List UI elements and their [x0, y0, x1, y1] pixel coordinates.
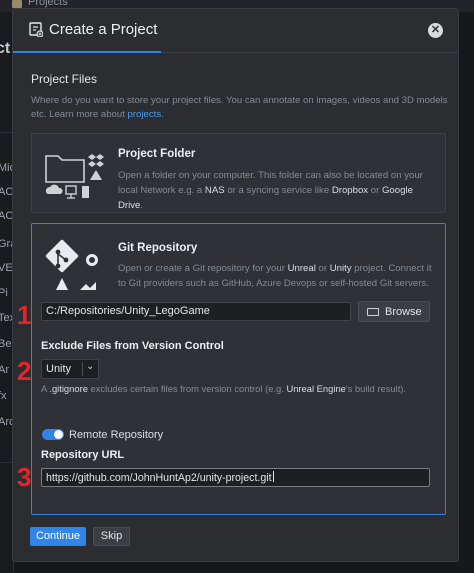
description-text: Where do you want to store your project … — [31, 95, 448, 120]
dropbox-text: Dropbox — [331, 185, 369, 196]
description-text: . — [140, 200, 144, 211]
close-icon[interactable]: ✕ — [428, 23, 443, 38]
nas-text: NAS — [204, 185, 225, 196]
remote-repository-toggle[interactable] — [42, 429, 64, 440]
repository-url-title: Repository URL — [41, 449, 125, 461]
description-text: or — [315, 263, 330, 274]
select-value: Unity — [46, 363, 72, 375]
background-item: fx — [0, 390, 7, 402]
exclude-files-title: Exclude Files from Version Control — [41, 340, 224, 352]
background-item: Be — [0, 338, 12, 350]
breadcrumb-projects[interactable]: Projects — [28, 0, 68, 8]
server-icon — [82, 186, 89, 198]
annotation-number-2: 2 — [17, 356, 32, 386]
continue-button[interactable]: Continue — [30, 527, 86, 546]
git-providers-illustration — [45, 239, 98, 290]
git-repository-description: Open or create a Git repository for your… — [118, 261, 436, 291]
background-item: Pi — [0, 287, 8, 299]
description-text: . — [161, 109, 164, 120]
chevron-down-icon: ⌄ — [86, 361, 95, 372]
background-item: VE — [0, 262, 13, 274]
unreal-engine-text: Unreal Engine — [286, 383, 346, 394]
new-project-icon — [29, 22, 43, 37]
google-drive-icon — [90, 170, 102, 180]
dialog-title: Create a Project — [49, 21, 158, 38]
annotation-number-1: 1 — [17, 300, 32, 330]
description-text: 's build result). — [345, 383, 407, 394]
description-text: or — [368, 185, 382, 196]
project-files-description: Where do you want to store your project … — [31, 94, 451, 122]
create-project-dialog: Create a Project ✕ Project Files Where d… — [12, 8, 459, 562]
browse-label: Browse — [385, 306, 422, 318]
repository-path-input[interactable]: C:/Repositories/Unity_LegoGame — [41, 302, 351, 321]
text-caret — [272, 471, 274, 482]
folder-icon — [12, 0, 22, 8]
background-item: Ar — [0, 364, 9, 376]
url-value: https://github.com/JohnHuntAp2/unity-pro… — [46, 472, 272, 484]
git-icon — [45, 239, 79, 273]
dialog-header: Create a Project ✕ — [13, 9, 458, 53]
folder-browse-icon — [367, 308, 379, 316]
project-files-title: Project Files — [31, 72, 98, 86]
azure-icon — [56, 278, 68, 290]
repository-url-input[interactable]: https://github.com/JohnHuntAp2/unity-pro… — [41, 468, 430, 487]
dropbox-icon — [88, 154, 104, 167]
gitignore-text: .gitignore — [49, 383, 88, 394]
unity-text: Unity — [329, 263, 352, 274]
project-folder-option[interactable]: Project Folder Open a folder on your com… — [31, 133, 446, 213]
projects-link[interactable]: projects — [128, 109, 162, 120]
annotation-number-3: 3 — [17, 462, 32, 492]
folder-sync-illustration — [45, 154, 104, 199]
git-repository-title: Git Repository — [118, 242, 198, 254]
description-text: Open or create a Git repository for your — [118, 263, 288, 274]
cloud-icon — [45, 184, 63, 194]
description-text: excludes certain files from version cont… — [87, 383, 287, 394]
description-text: or a syncing service like — [224, 185, 332, 196]
skip-button[interactable]: Skip — [93, 527, 130, 546]
browse-button[interactable]: Browse — [358, 301, 430, 322]
remote-repository-label: Remote Repository — [69, 429, 164, 441]
project-folder-description: Open a folder on your computer. This fol… — [118, 168, 436, 213]
gitignore-template-select[interactable]: Unity ⌄ — [41, 359, 99, 379]
server-git-icon — [80, 282, 96, 290]
toggle-knob — [54, 430, 63, 439]
project-folder-title: Project Folder — [118, 148, 196, 160]
header-accent-line — [13, 51, 161, 53]
computer-icon — [65, 185, 77, 195]
unreal-text: Unreal — [287, 263, 316, 274]
background-heading: ct — [0, 40, 11, 57]
gitignore-description: A .gitignore excludes certain files from… — [41, 383, 441, 394]
divider — [82, 362, 83, 376]
